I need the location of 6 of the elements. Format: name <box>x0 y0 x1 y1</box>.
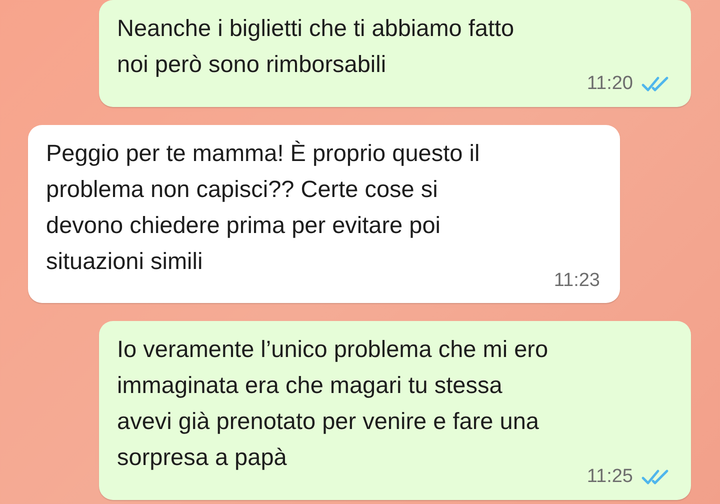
message-time: 11:20 <box>586 72 633 96</box>
message-time: 11:23 <box>554 268 600 292</box>
message-text: Neanche i biglietti che ti abbiamo fatto noi però sono rimborsabili <box>117 14 516 79</box>
message-text: Peggio per te mamma! È proprio questo il problema non capisci?? Certe cose si devono chiedere prima per evitare poi situazioni simili <box>46 138 481 276</box>
message-time: 11:25 <box>586 465 633 489</box>
message-text: Io veramente l’unico problema che mi ero immaginata era che magari tu stessa avevi già prenotato per venire e fare una sorpresa a papà <box>117 335 550 472</box>
